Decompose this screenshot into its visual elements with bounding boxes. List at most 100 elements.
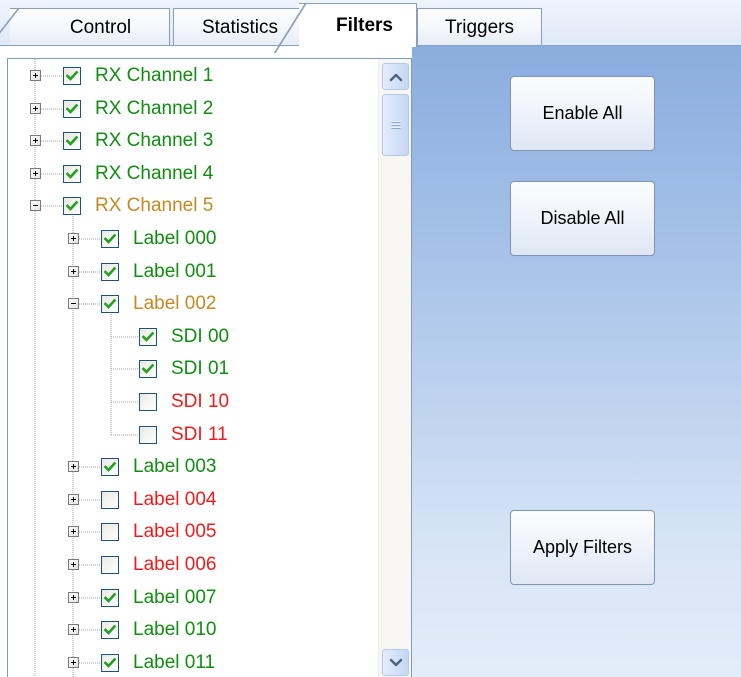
checkmark-icon — [103, 266, 117, 277]
tree-node-checkbox[interactable] — [101, 621, 119, 639]
checkmark-icon — [103, 657, 117, 668]
expand-plus-icon[interactable] — [68, 624, 79, 635]
tree-node-label: RX Channel 4 — [95, 163, 214, 184]
tree-node[interactable]: RX Channel 2 — [8, 93, 380, 125]
apply-filters-button[interactable]: Apply Filters — [510, 510, 655, 585]
tree-node-checkbox[interactable] — [101, 295, 119, 313]
tree-node-checkbox[interactable] — [101, 491, 119, 509]
tree-node-label: RX Channel 2 — [95, 98, 214, 119]
expand-plus-icon[interactable] — [68, 266, 79, 277]
expand-plus-icon[interactable] — [30, 103, 41, 114]
tree-node[interactable]: Label 010 — [8, 614, 380, 646]
checkmark-icon — [65, 135, 79, 146]
expand-plus-icon[interactable] — [68, 559, 79, 570]
checkmark-icon — [65, 103, 79, 114]
checkmark-icon — [103, 461, 117, 472]
scroll-thumb[interactable] — [382, 94, 409, 156]
tree-node[interactable]: Label 003 — [8, 451, 380, 483]
tab-filters[interactable]: Filters — [299, 3, 417, 47]
checkmark-icon — [141, 363, 155, 374]
tree-node[interactable]: Label 006 — [8, 549, 380, 581]
checkmark-icon — [65, 200, 79, 211]
tab-statistics[interactable]: Statistics — [173, 8, 307, 46]
tree-node-checkbox[interactable] — [101, 458, 119, 476]
expand-plus-icon[interactable] — [30, 70, 41, 81]
tree-node-label: Label 006 — [133, 554, 217, 575]
expand-plus-icon[interactable] — [68, 526, 79, 537]
tree-node-checkbox[interactable] — [63, 197, 81, 215]
checkmark-icon — [103, 592, 117, 603]
expand-plus-icon[interactable] — [68, 461, 79, 472]
scroll-up-button[interactable] — [382, 63, 409, 90]
tree-node-checkbox[interactable] — [101, 263, 119, 281]
tree-node-checkbox[interactable] — [63, 132, 81, 150]
expand-plus-icon[interactable] — [68, 592, 79, 603]
tree-node-label: Label 004 — [133, 489, 217, 510]
expand-plus-icon[interactable] — [68, 233, 79, 244]
collapse-minus-icon[interactable] — [68, 298, 79, 309]
filters-tab-page: RX Channel 1 RX Channel 2 RX Channel 3 RX C… — [0, 45, 741, 677]
filter-tree[interactable]: RX Channel 1 RX Channel 2 RX Channel 3 RX C… — [7, 58, 412, 677]
tree-node-label: Label 007 — [133, 587, 217, 608]
tree-node[interactable]: Label 004 — [8, 484, 380, 516]
tree-node[interactable]: Label 001 — [8, 256, 380, 288]
tree-node-label: Label 000 — [133, 228, 217, 249]
expand-plus-icon[interactable] — [30, 168, 41, 179]
tree-node-label: SDI 01 — [171, 358, 230, 379]
tree-node-checkbox[interactable] — [101, 589, 119, 607]
tree-node-checkbox[interactable] — [101, 230, 119, 248]
filters-window: Control Statistics Filters Triggers RX C… — [0, 0, 741, 677]
action-panel: Enable All Disable All Apply Filters — [412, 46, 741, 677]
scroll-down-button[interactable] — [382, 649, 409, 676]
expand-plus-icon[interactable] — [68, 494, 79, 505]
tree-node-label: RX Channel 3 — [95, 130, 214, 151]
tab-control-label: Control — [69, 16, 132, 38]
tree-node-label: RX Channel 1 — [95, 65, 214, 86]
tree-node-checkbox[interactable] — [63, 100, 81, 118]
checkmark-icon — [65, 70, 79, 81]
tree-node[interactable]: Label 000 — [8, 223, 380, 255]
tree-node-checkbox[interactable] — [139, 426, 157, 444]
tree-node[interactable]: SDI 01 — [8, 353, 380, 385]
tree-node[interactable]: RX Channel 5 — [8, 190, 380, 222]
tree-node-label: Label 011 — [133, 652, 216, 673]
tree-node-checkbox[interactable] — [139, 328, 157, 346]
expand-plus-icon[interactable] — [68, 657, 79, 668]
tree-node-label: Label 001 — [133, 261, 217, 282]
disable-all-button[interactable]: Disable All — [510, 181, 655, 256]
tree-node-label: SDI 11 — [171, 424, 228, 445]
tree-node[interactable]: RX Channel 4 — [8, 158, 380, 190]
tree-node-checkbox[interactable] — [101, 556, 119, 574]
tree-node[interactable]: RX Channel 1 — [8, 60, 380, 92]
tree-scrollbar[interactable] — [378, 59, 411, 677]
tree-node-checkbox[interactable] — [63, 165, 81, 183]
tree-node-label: Label 005 — [133, 521, 217, 542]
tree-node[interactable]: Label 005 — [8, 516, 380, 548]
tree-node[interactable]: RX Channel 3 — [8, 125, 380, 157]
tree-node-label: Label 002 — [133, 293, 217, 314]
tree-node[interactable]: Label 011 — [8, 647, 380, 677]
tree-node[interactable]: SDI 00 — [8, 321, 380, 353]
tree-node[interactable]: Label 007 — [8, 582, 380, 614]
tree-node-label: RX Channel 5 — [95, 195, 214, 216]
checkmark-icon — [103, 233, 117, 244]
enable-all-button[interactable]: Enable All — [510, 76, 655, 151]
tree-node-checkbox[interactable] — [139, 360, 157, 378]
tree-node-label: SDI 00 — [171, 326, 230, 347]
checkmark-icon — [65, 168, 79, 179]
tree-node-checkbox[interactable] — [139, 393, 157, 411]
tree-node[interactable]: SDI 10 — [8, 386, 380, 418]
tree-node-checkbox[interactable] — [101, 523, 119, 541]
expand-plus-icon[interactable] — [30, 135, 41, 146]
tab-triggers[interactable]: Triggers — [417, 8, 542, 46]
checkmark-icon — [141, 331, 155, 342]
tab-statistics-label: Statistics — [201, 16, 279, 38]
tree-node[interactable]: SDI 11 — [8, 419, 380, 451]
tree-node-checkbox[interactable] — [101, 654, 119, 672]
tree-node[interactable]: Label 002 — [8, 288, 380, 320]
tab-control[interactable]: Control — [10, 8, 170, 46]
tree-node-checkbox[interactable] — [63, 67, 81, 85]
tree-node-label: Label 010 — [133, 619, 217, 640]
tree-node-label: SDI 10 — [171, 391, 230, 412]
collapse-minus-icon[interactable] — [30, 200, 41, 211]
